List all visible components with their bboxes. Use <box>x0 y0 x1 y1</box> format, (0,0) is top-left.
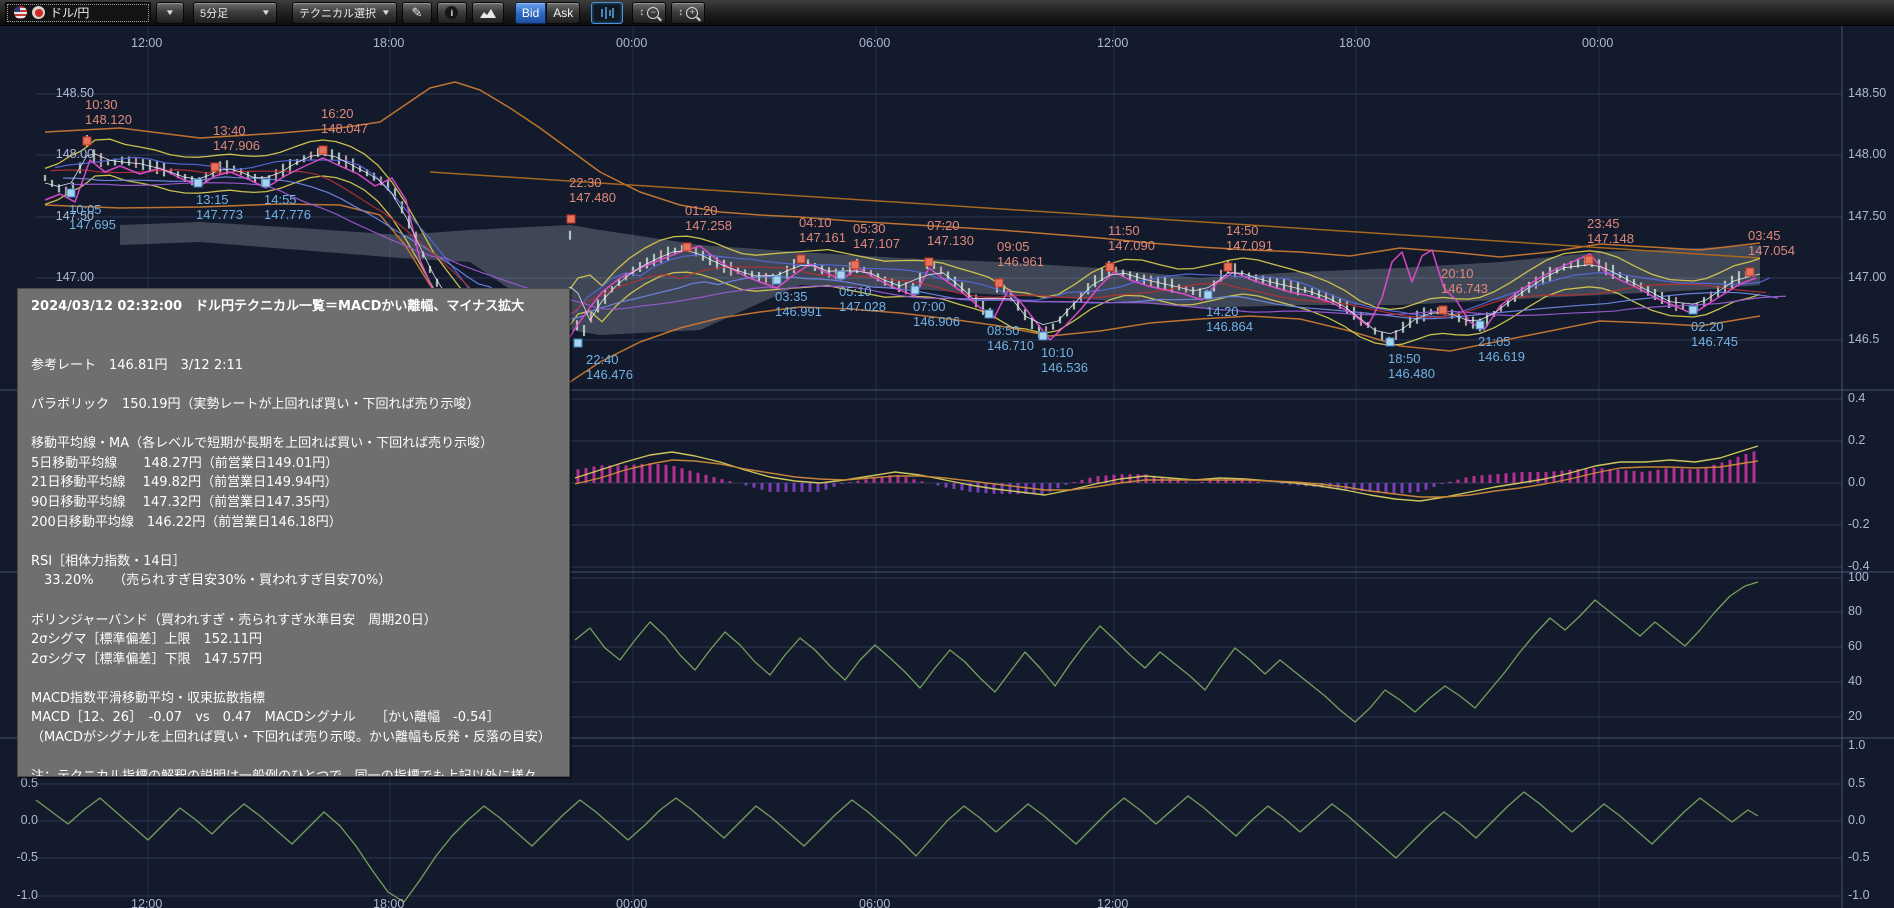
bid-ask-toggle: Bid Ask <box>515 2 580 24</box>
ask-button[interactable]: Ask <box>546 2 580 24</box>
ask-label: Ask <box>553 6 573 20</box>
panel-line: 注；テクニカル指標の解釈の説明は一般例のひとつで、同一の指標でも上記以外に様々 <box>31 767 569 777</box>
toolbar: ドル/円 ▼ 5分足 ▼ テクニカル選択 ▼ ✎ i Bid <box>0 0 1894 26</box>
panel-line: 90日移動平均線 147.32円（前営業日147.35円） <box>31 493 569 513</box>
panel-line: 33.20% （売られすぎ目安30%・買われすぎ目安70%） <box>31 571 569 591</box>
zoom-out-icon: − <box>647 7 659 19</box>
panel-line: パラボリック 150.19円（実勢レートが上回れば買い・下回れば売り示唆） <box>31 395 569 415</box>
currency-pair-selector[interactable]: ドル/円 <box>5 2 151 24</box>
panel-title: 2024/03/12 02:32:00 ドル円テクニカル一覧＝MACDかい離幅、… <box>31 297 569 317</box>
bid-label: Bid <box>522 6 539 20</box>
candlestick-icon <box>599 7 615 19</box>
panel-line: MACD指数平滑移動平均・収束拡散指標 <box>31 689 569 709</box>
us-flag-icon <box>14 6 27 19</box>
timeframe-selector[interactable]: 5分足 ▼ <box>193 2 277 24</box>
bid-button[interactable]: Bid <box>515 2 546 24</box>
panel-line: 5日移動平均線 148.27円（前営業日149.01円） <box>31 454 569 474</box>
zoom-out-button[interactable]: ↕ − <box>632 2 666 24</box>
candle-chart-button[interactable] <box>591 2 623 24</box>
panel-line: 2σシグマ［標準偏差］上限 152.11円 <box>31 630 569 650</box>
technical-select-label: テクニカル選択 <box>299 5 376 21</box>
panel-line <box>31 532 569 552</box>
panel-line <box>31 415 569 435</box>
zoom-in-button[interactable]: ↕ + <box>671 2 705 24</box>
chart-area[interactable]: 12:0018:0000:0006:0012:0018:0000:0012:00… <box>0 0 1894 908</box>
panel-line <box>31 591 569 611</box>
panel-line: 移動平均線・MA（各レベルで短期が長期を上回れば買い・下回れば売り示唆） <box>31 434 569 454</box>
pair-dropdown-button[interactable]: ▼ <box>156 2 184 24</box>
panel-line <box>31 669 569 689</box>
panel-line <box>31 317 569 337</box>
timeframe-label: 5分足 <box>200 5 228 21</box>
vertical-scale-icon: ↕ <box>639 7 644 18</box>
technical-summary-panel: 2024/03/12 02:32:00 ドル円テクニカル一覧＝MACDかい離幅、… <box>17 288 570 777</box>
macd-line <box>575 446 1758 501</box>
rsi-line <box>575 582 1758 722</box>
panel-line: MACD［12、26］ -0.07 vs 0.47 MACDシグナル ［かい離幅… <box>31 708 569 728</box>
panel-line: （MACDがシグナルを上回れば買い・下回れば売り示唆。かい離幅も反発・反落の目安… <box>31 728 569 748</box>
chevron-down-icon: ▼ <box>261 8 271 17</box>
panel-line: 200日移動平均線 146.22円（前営業日146.18円） <box>31 513 569 533</box>
mountain-icon <box>480 8 496 18</box>
info-icon: i <box>445 6 458 19</box>
info-button[interactable]: i <box>437 2 467 24</box>
macd-signal-line <box>575 460 1758 497</box>
chart-type-button[interactable] <box>472 2 504 24</box>
panel-line <box>31 375 569 395</box>
panel-line: ボリンジャーバンド（買われすぎ・売られすぎ水準目安 周期20日） <box>31 611 569 631</box>
chevron-down-icon: ▼ <box>381 8 391 17</box>
technical-select-button[interactable]: テクニカル選択 ▼ <box>292 2 397 24</box>
chevron-down-icon: ▼ <box>165 8 175 17</box>
panel-line: 参考レート 146.81円 3/12 2:11 <box>31 356 569 376</box>
zoom-in-icon: + <box>686 7 698 19</box>
panel-body: 参考レート 146.81円 3/12 2:11 パラボリック 150.19円（実勢… <box>31 317 569 777</box>
fx-trading-app: ドル/円 ▼ 5分足 ▼ テクニカル選択 ▼ ✎ i Bid <box>0 0 1894 908</box>
draw-tool-button[interactable]: ✎ <box>402 2 432 24</box>
panel-line: RSI［相体力指数・14日］ <box>31 552 569 572</box>
panel-line <box>31 336 569 356</box>
pencil-icon: ✎ <box>411 6 422 19</box>
vertical-scale-icon: ↕ <box>678 7 683 18</box>
jp-flag-icon <box>32 6 45 19</box>
currency-pair-label: ドル/円 <box>50 4 89 21</box>
panel-line: 21日移動平均線 149.82円（前営業日149.94円） <box>31 473 569 493</box>
oscillator-line <box>36 792 1758 902</box>
panel-line <box>31 748 569 768</box>
panel-line: 2σシグマ［標準偏差］下限 147.57円 <box>31 650 569 670</box>
